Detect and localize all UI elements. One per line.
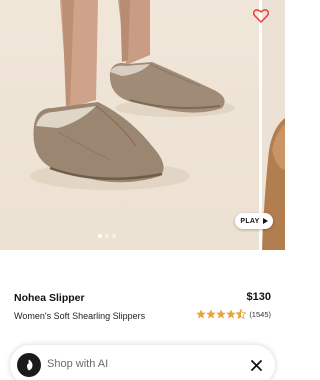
star-icon bbox=[216, 309, 227, 319]
play-label: PLAY bbox=[240, 217, 260, 225]
product-rating[interactable]: (1545) bbox=[196, 309, 271, 319]
rating-stars bbox=[196, 309, 247, 319]
shop-with-ai-bar[interactable]: Shop with AI bbox=[10, 345, 275, 380]
wishlist-button[interactable] bbox=[250, 6, 272, 26]
product-price: $130 bbox=[246, 291, 271, 303]
play-video-button[interactable]: PLAY bbox=[235, 213, 273, 229]
gallery-pagination bbox=[98, 234, 116, 238]
product-photo[interactable] bbox=[0, 0, 259, 250]
shop-ai-icon bbox=[17, 353, 41, 377]
close-icon bbox=[250, 359, 262, 371]
gallery-dot[interactable] bbox=[112, 234, 116, 238]
product-image-gallery[interactable]: PLAY bbox=[0, 0, 285, 250]
star-icon bbox=[226, 309, 237, 319]
product-name: Nohea Slipper bbox=[14, 292, 85, 304]
product-subtitle: Women's Soft Shearling Slippers bbox=[14, 311, 146, 321]
shop-ai-placeholder[interactable]: Shop with AI bbox=[47, 358, 108, 370]
slipper-photo-illustration bbox=[30, 0, 235, 190]
gallery-dot-active[interactable] bbox=[98, 234, 102, 238]
gallery-dot[interactable] bbox=[105, 234, 109, 238]
review-count: (1545) bbox=[249, 309, 271, 319]
play-icon bbox=[262, 218, 268, 224]
heart-icon bbox=[253, 9, 269, 23]
star-half-icon bbox=[236, 309, 247, 319]
star-icon bbox=[206, 309, 217, 319]
close-button[interactable] bbox=[247, 356, 265, 374]
star-icon bbox=[196, 309, 207, 319]
